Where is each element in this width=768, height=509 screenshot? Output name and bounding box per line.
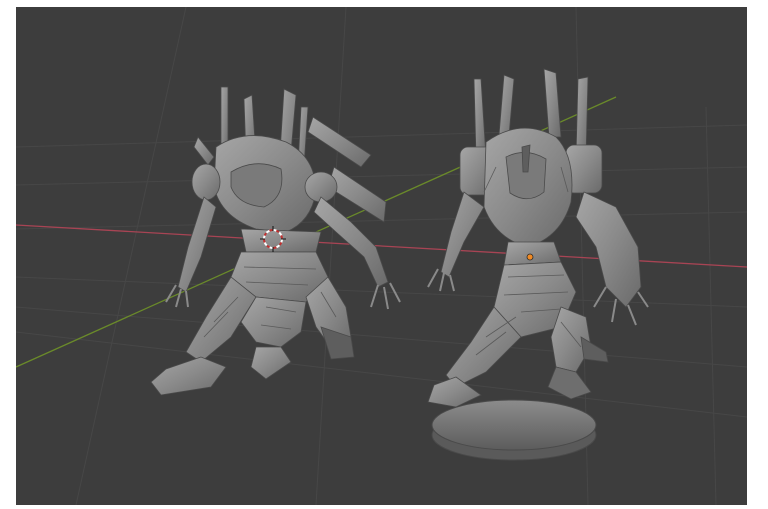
mech-model-right-base[interactable]: [431, 399, 597, 461]
mech-model-left[interactable]: [150, 86, 401, 396]
object-origin-dot: [526, 253, 534, 261]
3d-viewport[interactable]: [16, 7, 747, 505]
viewport-scene[interactable]: [16, 7, 747, 505]
